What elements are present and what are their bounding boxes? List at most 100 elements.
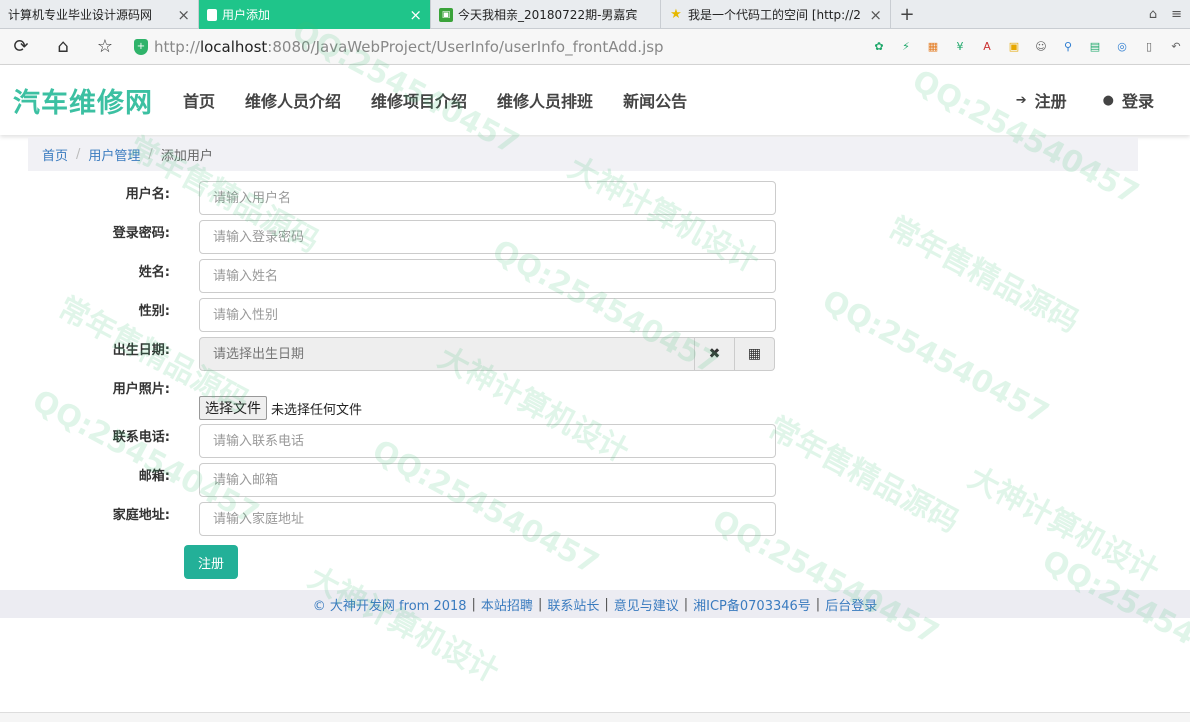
- breadcrumb: 首页 / 用户管理 / 添加用户: [28, 137, 1138, 171]
- phone-input[interactable]: [199, 424, 776, 458]
- tab-title: 计算机专业毕业设计源码网: [8, 8, 153, 22]
- browser-tab-bar: 计算机专业毕业设计源码网 × 用户添加 × ▣ 今天我相亲_20180722期-…: [0, 0, 1190, 29]
- open-calendar-button[interactable]: ▦: [735, 337, 775, 371]
- close-icon[interactable]: ×: [177, 6, 190, 24]
- close-icon[interactable]: ×: [409, 6, 422, 24]
- ext-icon[interactable]: A: [979, 39, 995, 55]
- page-icon: [207, 8, 217, 21]
- birthday-label: 出生日期:: [112, 343, 170, 358]
- nav-service-intro[interactable]: 维修项目介绍: [371, 88, 467, 112]
- footer-link-jobs[interactable]: 本站招聘: [481, 595, 533, 614]
- browser-tab[interactable]: ▣ 今天我相亲_20180722期-男嘉宾: [431, 0, 661, 29]
- tab-title: 今天我相亲_20180722期-男嘉宾: [458, 8, 638, 22]
- star-icon: ★: [670, 7, 682, 22]
- footer-separator: |: [683, 596, 689, 612]
- ext-icon[interactable]: ▦: [925, 39, 941, 55]
- name-input[interactable]: [199, 259, 776, 293]
- extension-icons: ✿ ⚡ ▦ ¥ A ▣ ☺ ⚲ ▤ ◎ ▯ ↶: [871, 39, 1190, 55]
- bookmark-star-icon[interactable]: ☆: [84, 36, 126, 57]
- gender-label: 性别:: [138, 304, 170, 319]
- nav-news[interactable]: 新闻公告: [623, 88, 687, 112]
- browser-tab-active[interactable]: 用户添加 ×: [199, 0, 431, 29]
- shirt-icon[interactable]: ⌂: [1149, 7, 1157, 22]
- ext-icon[interactable]: ☺: [1033, 39, 1049, 55]
- browser-tab[interactable]: 计算机专业毕业设计源码网 ×: [0, 0, 199, 29]
- url-path: :8080/JavaWebProject/UserInfo/userInfo_f…: [267, 37, 664, 56]
- address-bar: ⟳ ⌂ ☆ + http://localhost:8080/JavaWebPro…: [0, 29, 1190, 65]
- reload-icon[interactable]: ⟳: [0, 36, 42, 57]
- site-footer: © 大神开发网 from 2018 | 本站招聘 | 联系站长 | 意见与建议 …: [0, 590, 1190, 618]
- ext-icon[interactable]: ◎: [1114, 39, 1130, 55]
- calendar-icon: ▦: [747, 346, 762, 362]
- address-input[interactable]: [199, 502, 776, 536]
- footer-separator: |: [815, 596, 821, 612]
- login-label: 登录: [1121, 92, 1154, 111]
- password-input[interactable]: [199, 220, 776, 254]
- breadcrumb-current: 添加用户: [160, 148, 213, 164]
- home-icon[interactable]: ⌂: [42, 36, 84, 57]
- url-host: localhost: [199, 37, 268, 56]
- site-header: 汽车维修网 首页 维修人员介绍 维修项目介绍 维修人员排班 新闻公告 ➔ 注册 ●…: [0, 65, 1190, 135]
- zoom-icon[interactable]: ⚲: [1060, 39, 1076, 55]
- nav-staff-intro[interactable]: 维修人员介绍: [245, 88, 341, 112]
- birthday-input[interactable]: [199, 337, 695, 371]
- site-brand[interactable]: 汽车维修网: [13, 81, 153, 120]
- close-icon[interactable]: ×: [869, 6, 882, 24]
- file-status: 未选择任何文件: [271, 402, 363, 418]
- browser-status-bar: [0, 712, 1190, 722]
- tab-title: 用户添加: [222, 8, 271, 22]
- footer-link-icp[interactable]: 湘ICP备0703346号: [693, 595, 811, 614]
- lightning-icon[interactable]: ⚡: [898, 39, 914, 55]
- register-link[interactable]: ➔ 注册: [1016, 88, 1067, 112]
- photo-file-input: 选择文件 未选择任何文件: [199, 396, 362, 420]
- footer-separator: |: [471, 596, 476, 612]
- new-tab-button[interactable]: +: [891, 0, 923, 28]
- username-input[interactable]: [199, 181, 776, 215]
- main-nav: 首页 维修人员介绍 维修项目介绍 维修人员排班 新闻公告: [183, 88, 717, 112]
- video-site-icon: ▣: [439, 7, 453, 22]
- watermark: QQ:254540457: [816, 283, 1055, 432]
- choose-file-button[interactable]: 选择文件: [199, 396, 267, 420]
- footer-link-admin-login[interactable]: 后台登录: [825, 595, 877, 614]
- email-input[interactable]: [199, 463, 776, 497]
- footer-link-contact[interactable]: 联系站长: [547, 595, 599, 614]
- watermark: 大神计算机设计: [962, 460, 1165, 590]
- footer-link-feedback[interactable]: 意见与建议: [614, 595, 679, 614]
- ext-icon[interactable]: ¥: [952, 39, 968, 55]
- gender-input[interactable]: [199, 298, 776, 332]
- address-label: 家庭地址:: [112, 508, 170, 523]
- breadcrumb-section[interactable]: 用户管理: [88, 145, 140, 164]
- register-submit-button[interactable]: 注册: [184, 545, 238, 579]
- photo-label: 用户照片:: [112, 382, 170, 397]
- nav-staff-schedule[interactable]: 维修人员排班: [497, 88, 593, 112]
- window-controls: ⌂ ≡: [1149, 0, 1190, 28]
- nav-home[interactable]: 首页: [183, 88, 215, 112]
- footer-copyright: © 大神开发网 from 2018: [312, 598, 467, 614]
- times-icon: ✖: [708, 346, 721, 362]
- clear-date-button[interactable]: ✖: [695, 337, 735, 371]
- sign-in-icon: ➔: [1015, 92, 1027, 108]
- ext-icon[interactable]: ▣: [1006, 39, 1022, 55]
- url-field[interactable]: + http://localhost:8080/JavaWebProject/U…: [134, 38, 664, 56]
- browser-tab[interactable]: ★ 我是一个代码工的空间 [http://2 ×: [661, 0, 891, 29]
- register-label: 注册: [1034, 92, 1067, 111]
- name-label: 姓名:: [138, 265, 170, 280]
- ext-icon[interactable]: ▤: [1087, 39, 1103, 55]
- login-link[interactable]: ● 登录: [1103, 88, 1154, 112]
- menu-icon[interactable]: ≡: [1171, 7, 1182, 22]
- undo-icon[interactable]: ↶: [1168, 39, 1184, 55]
- email-label: 邮箱:: [138, 469, 170, 484]
- breadcrumb-separator: /: [148, 146, 153, 162]
- ext-icon[interactable]: ✿: [871, 39, 887, 55]
- password-label: 登录密码:: [112, 226, 170, 241]
- phone-label: 联系电话:: [112, 430, 170, 445]
- user-icon: ●: [1102, 92, 1114, 108]
- watermark: 大神计算机设计: [302, 560, 505, 690]
- footer-separator: |: [604, 596, 609, 612]
- breadcrumb-home[interactable]: 首页: [42, 145, 68, 164]
- watermark: 常年售精品源码: [882, 210, 1085, 340]
- breadcrumb-separator: /: [76, 146, 81, 162]
- phone-icon[interactable]: ▯: [1141, 39, 1157, 55]
- watermark: 常年售精品源码: [762, 410, 965, 540]
- user-nav: ➔ 注册 ● 登录: [1016, 88, 1154, 112]
